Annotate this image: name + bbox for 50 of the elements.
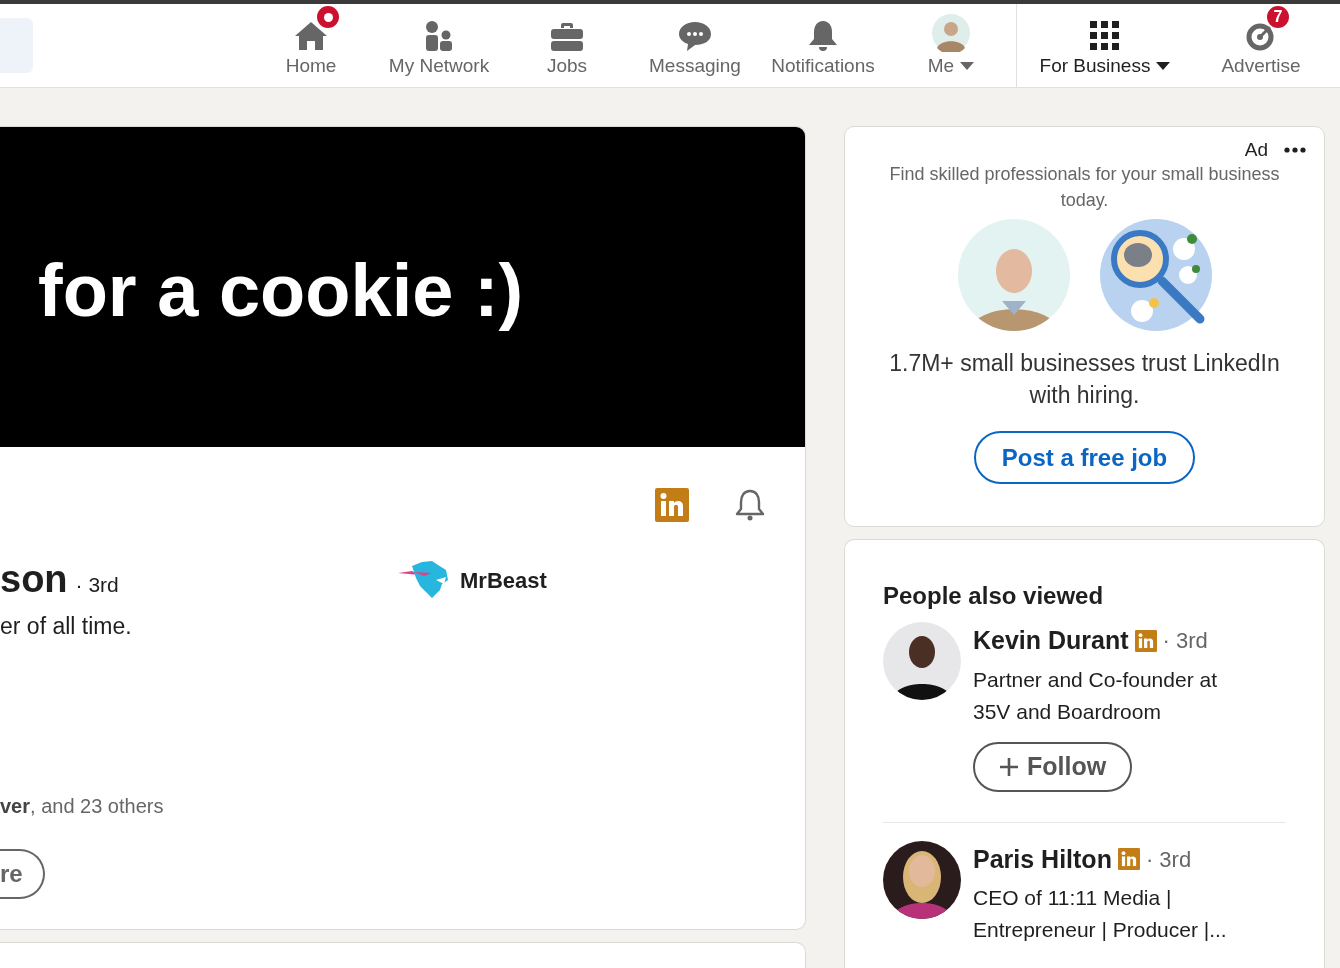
nav-item[interactable]: For Business xyxy=(1017,4,1193,87)
apps-grid-icon xyxy=(1089,20,1121,52)
nav-label: For Business xyxy=(1039,55,1151,77)
section-title: People also viewed xyxy=(883,581,1105,611)
nav-label: Messaging xyxy=(649,55,741,77)
nav-label: Advertise xyxy=(1221,55,1301,77)
nav-label: Notifications xyxy=(771,55,875,77)
person-headline: Partner and Co-founder at 35V and Boardroom xyxy=(973,666,1218,725)
nav-item[interactable]: Jobs xyxy=(503,4,631,87)
profile-headline: er of all time. xyxy=(0,611,132,641)
people-icon xyxy=(423,20,455,52)
nav-label: My Network xyxy=(388,55,490,77)
profile-name: son xyxy=(0,560,68,598)
chat-icon xyxy=(677,20,713,52)
ad-label: Ad xyxy=(1244,137,1268,162)
person-name[interactable]: Kevin Durant xyxy=(973,622,1129,660)
nav-label: Jobs xyxy=(546,55,588,77)
connection-degree: · 3rd xyxy=(1145,845,1192,874)
nav-item[interactable]: 7 Advertise xyxy=(1193,4,1329,87)
mutual-connections: ver, and 23 others xyxy=(0,793,164,819)
person-name[interactable]: Paris Hilton xyxy=(973,840,1112,878)
ad-description: Find skilled professionals for your small business today. xyxy=(888,163,1281,212)
notification-badge: 7 xyxy=(1265,4,1291,30)
nav-item[interactable]: Home xyxy=(247,4,375,87)
avatar-icon xyxy=(932,14,970,52)
nav-item[interactable]: My Network xyxy=(375,4,503,87)
plus-icon xyxy=(999,756,1019,777)
nav-item[interactable]: Notifications xyxy=(759,4,887,87)
bell-icon xyxy=(807,20,839,52)
linkedin-icon xyxy=(1117,848,1140,871)
post-job-button[interactable]: Post a free job xyxy=(973,431,1196,484)
follow-button[interactable]: Follow xyxy=(973,741,1133,792)
linkedin-icon xyxy=(1134,629,1157,652)
more-button[interactable]: re xyxy=(0,848,45,899)
briefcase-icon xyxy=(550,22,584,52)
notification-badge xyxy=(315,4,341,30)
more-options-icon[interactable] xyxy=(1284,147,1306,153)
nav-item[interactable]: Me xyxy=(887,4,1015,87)
company-name: MrBeast xyxy=(460,566,547,595)
bell-icon xyxy=(733,488,767,522)
nav-item[interactable]: Messaging xyxy=(631,4,759,87)
banner-text: for a cookie :) xyxy=(38,247,524,334)
nav-label: Home xyxy=(285,55,337,77)
connection-degree: · 3rd xyxy=(1162,627,1208,656)
home-icon xyxy=(293,20,329,52)
ad-tagline: 1.7M+ small businesses trust LinkedIn with hiring. xyxy=(888,349,1281,410)
linkedin-icon xyxy=(655,488,689,522)
connection-degree: · 3rd xyxy=(75,572,119,598)
nav-label: Me xyxy=(927,55,955,77)
person-headline: CEO of 11:11 Media | Entrepreneur | Producer |... xyxy=(973,885,1228,943)
